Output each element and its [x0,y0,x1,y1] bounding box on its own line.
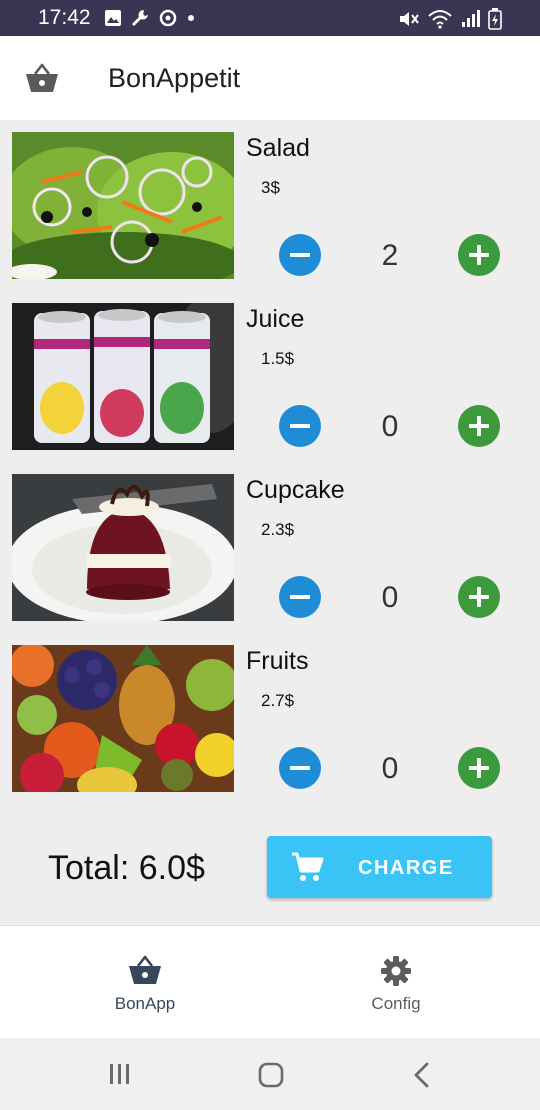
nav-item-config[interactable]: Config [261,926,531,1039]
increase-button[interactable] [458,234,500,276]
cupcake-image [12,474,234,621]
salad-image [12,132,234,279]
basket-icon [129,955,161,984]
item-price: 2.7$ [261,691,295,710]
juice-image [12,303,234,450]
gallery-icon [105,10,121,26]
signal-icon [462,10,480,27]
list-item: Cupcake 2.3$ 0 [0,462,540,633]
total-amount: Total: 6.0$ [48,849,205,887]
item-quantity: 0 [381,581,399,614]
battery-icon [488,8,502,30]
minus-icon [290,766,310,770]
item-quantity: 0 [381,752,399,785]
item-name: Juice [246,305,305,333]
dot-icon [188,15,194,21]
nav-label: Config [371,994,421,1013]
wrench-icon [132,10,148,26]
wifi-icon [428,10,452,29]
decrease-button[interactable] [279,747,321,789]
item-price: 3$ [261,178,280,197]
fruits-image [12,645,234,792]
app-title: BonAppetit [108,63,241,93]
system-navigation-bar [0,1038,540,1110]
item-name: Cupcake [246,476,345,504]
sync-icon [159,9,177,27]
item-quantity: 2 [381,239,399,272]
status-bar: 17:42 [0,0,540,36]
item-price: 2.3$ [261,520,295,539]
increase-button[interactable] [458,405,500,447]
charge-label: CHARGE [358,857,454,879]
increase-button[interactable] [458,576,500,618]
product-list: Salad 3$ 2 Juice 1.5$ 0 Cupcake 2.3$ 0 F… [0,120,540,805]
cart-icon [292,852,324,881]
status-time: 17:42 [38,6,91,29]
list-item: Salad 3$ 2 [0,120,540,291]
item-price: 1.5$ [261,349,295,368]
decrease-button[interactable] [279,576,321,618]
list-item: Juice 1.5$ 0 [0,291,540,462]
checkout-bar: Total: 6.0$ CHARGE [0,805,540,925]
nav-label: BonApp [114,994,176,1013]
list-item: Fruits 2.7$ 0 [0,633,540,804]
gear-icon [381,956,411,986]
item-name: Fruits [246,647,309,675]
mute-icon [400,12,419,26]
recent-apps-icon[interactable] [108,1062,132,1086]
back-icon[interactable] [412,1062,432,1088]
nav-item-bonapp[interactable]: BonApp [10,926,280,1039]
charge-button[interactable]: CHARGE [267,836,492,898]
item-quantity: 0 [381,410,399,443]
basket-icon [26,63,58,92]
decrease-button[interactable] [279,405,321,447]
bottom-navigation: BonApp Config [0,925,540,1039]
home-icon[interactable] [258,1062,284,1088]
increase-button[interactable] [458,747,500,789]
decrease-button[interactable] [279,234,321,276]
minus-icon [290,595,310,599]
app-bar: BonAppetit [0,36,540,120]
item-name: Salad [246,134,310,162]
minus-icon [290,424,310,428]
minus-icon [290,253,310,257]
